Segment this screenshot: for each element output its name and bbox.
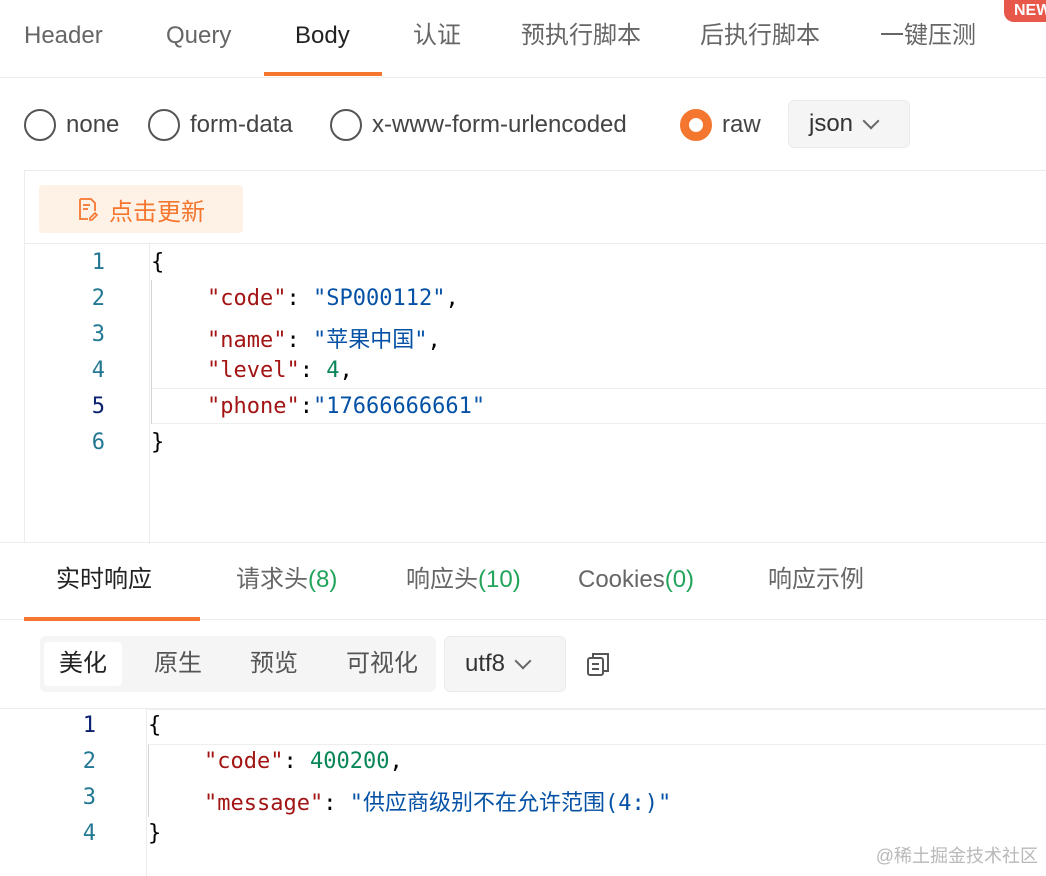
tab-response-headers[interactable]: 响应头(10) — [406, 563, 521, 597]
tab-label: 响应头 — [406, 566, 478, 593]
brace: } — [151, 430, 165, 455]
request-tabs: Header Query Body 认证 预执行脚本 后执行脚本 一键压测 NE… — [0, 0, 1046, 78]
tab-header[interactable]: Header — [24, 18, 103, 54]
tab-cookies[interactable]: Cookies(0) — [578, 563, 694, 597]
code-line: "code": "SP000112", — [207, 286, 459, 311]
request-body-editor[interactable]: 点击更新 1 2 3 4 5 6 { "code": "SP000112", "… — [24, 170, 1046, 544]
line-number: 4 — [91, 358, 105, 383]
radio-label: x-www-form-urlencoded — [372, 111, 627, 138]
brace: } — [148, 821, 162, 846]
json-key: "name" — [207, 328, 287, 353]
radio-none[interactable]: none — [24, 108, 119, 142]
json-key: "phone" — [207, 394, 300, 419]
copy-icon[interactable] — [584, 650, 612, 678]
chevron-down-icon — [862, 112, 880, 130]
tab-body[interactable]: Body — [295, 18, 350, 54]
json-string: "17666666661" — [312, 394, 486, 419]
radio-label: raw — [722, 111, 761, 138]
chevron-down-icon — [514, 652, 532, 670]
raw-format-value: json — [809, 110, 854, 137]
code-line: "name": "苹果中国", — [207, 328, 441, 353]
json-key: "level" — [207, 358, 300, 383]
indent-guide — [148, 745, 149, 817]
tab-auth[interactable]: 认证 — [413, 18, 461, 54]
json-key: "message" — [204, 791, 324, 816]
code-line: "message": "供应商级别不在允许范围(4:)" — [204, 791, 672, 816]
json-number: 400200 — [309, 749, 390, 774]
code-line: "phone":"17666666661" — [207, 394, 486, 419]
brace: { — [148, 713, 162, 738]
code-line: } — [148, 821, 161, 846]
raw-format-select[interactable]: json — [788, 100, 910, 148]
encoding-select[interactable]: utf8 — [444, 636, 566, 692]
json-number: 4 — [326, 358, 340, 383]
line-number: 2 — [82, 749, 96, 774]
count-badge: (8) — [308, 566, 338, 593]
count-badge: (0) — [664, 566, 695, 593]
line-number: 4 — [82, 821, 96, 846]
indent-guide — [151, 280, 152, 424]
encoding-value: utf8 — [465, 650, 506, 677]
radio-label: none — [66, 111, 120, 138]
json-key: "code" — [204, 749, 284, 774]
json-string: "供应商级别不在允许范围(4:)" — [349, 791, 672, 816]
json-string: "SP000112" — [312, 286, 446, 311]
response-tabs: 实时响应 请求头(8) 响应头(10) Cookies(0) 响应示例 — [0, 542, 1046, 621]
line-number: 3 — [91, 322, 105, 347]
radio-checked-icon — [680, 109, 712, 141]
line-number: 1 — [91, 250, 105, 275]
tab-label: 请求头 — [236, 566, 308, 593]
update-button[interactable]: 点击更新 — [39, 185, 243, 233]
tab-query[interactable]: Query — [166, 18, 231, 54]
code-area[interactable]: 1 2 3 4 5 6 { "code": "SP000112", "name"… — [25, 243, 1046, 544]
line-number: 1 — [82, 713, 96, 738]
line-number: 6 — [91, 430, 105, 455]
current-line-highlight — [148, 709, 1046, 745]
line-number: 3 — [82, 785, 96, 810]
tab-label: Cookies — [578, 566, 665, 593]
radio-circle-icon — [148, 109, 180, 141]
active-tab-indicator — [24, 617, 200, 621]
code-line: { — [148, 713, 161, 738]
json-string: "苹果中国" — [312, 328, 428, 353]
json-key: "code" — [207, 286, 287, 311]
watermark: @稀土掘金技术社区 — [875, 846, 1038, 866]
tab-load-test[interactable]: 一键压测 — [880, 18, 976, 54]
radio-form-data[interactable]: form-data — [148, 108, 293, 142]
response-body-viewer[interactable]: 1 2 3 4 { "code": 400200, "message": "供应… — [0, 708, 1046, 876]
body-type-selector: none form-data x-www-form-urlencoded raw… — [0, 100, 1046, 150]
radio-x-www-form-urlencoded[interactable]: x-www-form-urlencoded — [330, 108, 627, 142]
code-line: { — [151, 250, 164, 275]
radio-circle-icon — [330, 109, 362, 141]
radio-circle-icon — [24, 109, 56, 141]
line-number: 2 — [91, 286, 105, 311]
code-line: } — [151, 430, 164, 455]
count-badge: (10) — [478, 566, 521, 593]
line-number: 5 — [91, 394, 105, 419]
active-tab-indicator — [264, 72, 382, 76]
gutter-divider — [146, 709, 147, 876]
document-edit-icon — [79, 198, 99, 221]
view-mode-visualize[interactable]: 可视化 — [332, 642, 432, 686]
new-badge: NEW — [1004, 0, 1046, 22]
code-line: "level": 4, — [207, 358, 353, 383]
tab-request-headers[interactable]: 请求头(8) — [236, 563, 337, 597]
update-button-label: 点击更新 — [109, 198, 205, 226]
tab-pre-script[interactable]: 预执行脚本 — [521, 18, 641, 54]
brace: { — [151, 250, 165, 275]
tab-realtime-response[interactable]: 实时响应 — [56, 563, 152, 597]
code-line: "code": 400200, — [204, 749, 403, 774]
view-mode-segment: 美化 原生 预览 可视化 — [40, 636, 436, 692]
tab-response-examples[interactable]: 响应示例 — [768, 563, 864, 597]
radio-raw[interactable]: raw — [680, 108, 761, 142]
tab-post-script[interactable]: 后执行脚本 — [700, 18, 820, 54]
view-mode-raw[interactable]: 原生 — [140, 642, 216, 686]
view-mode-preview[interactable]: 预览 — [236, 642, 312, 686]
gutter-divider — [149, 244, 150, 544]
view-mode-pretty[interactable]: 美化 — [44, 642, 122, 686]
radio-label: form-data — [190, 111, 293, 138]
